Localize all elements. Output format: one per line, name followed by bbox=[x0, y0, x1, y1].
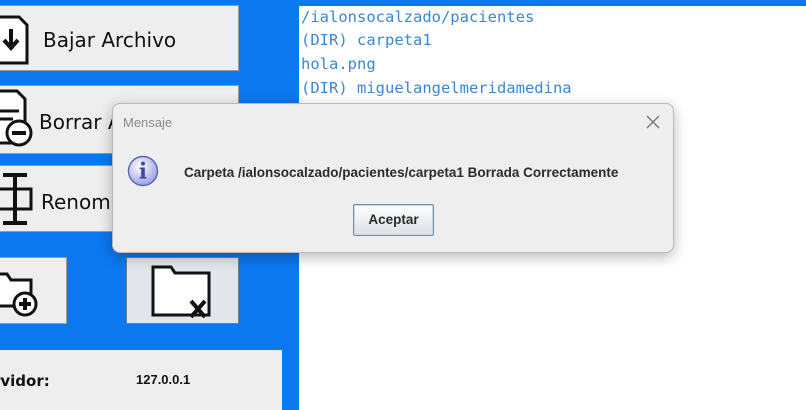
server-label: Servidor: bbox=[0, 372, 50, 390]
server-value: 127.0.0.1 bbox=[136, 372, 191, 387]
message-dialog: Mensaje Carpeta /ialonsocalzado/paciente… bbox=[112, 103, 674, 253]
delete-folder-button[interactable] bbox=[126, 257, 239, 324]
download-file-label: Bajar Archivo bbox=[43, 28, 177, 52]
new-folder-button[interactable] bbox=[0, 257, 67, 324]
rename-icon bbox=[0, 173, 33, 225]
current-path[interactable]: /ialonsocalzado/pacientes bbox=[301, 8, 534, 26]
list-item[interactable]: (DIR) carpeta1 bbox=[301, 31, 432, 49]
list-item[interactable]: hola.png bbox=[301, 55, 376, 73]
close-icon[interactable] bbox=[645, 114, 661, 130]
server-info-panel: Servidor: 127.0.0.1 bbox=[0, 350, 282, 410]
dialog-title: Mensaje bbox=[123, 115, 173, 130]
dialog-message: Carpeta /ialonsocalzado/pacientes/carpet… bbox=[184, 165, 619, 180]
download-file-icon bbox=[0, 15, 29, 65]
delete-file-icon bbox=[0, 89, 33, 147]
info-icon bbox=[127, 155, 159, 187]
add-folder-icon bbox=[0, 272, 38, 317]
list-item[interactable]: (DIR) miguelangelmeridamedina bbox=[301, 79, 572, 97]
download-file-button[interactable]: Bajar Archivo bbox=[0, 5, 239, 71]
ok-button[interactable]: Aceptar bbox=[353, 204, 434, 236]
delete-folder-icon bbox=[151, 265, 211, 319]
